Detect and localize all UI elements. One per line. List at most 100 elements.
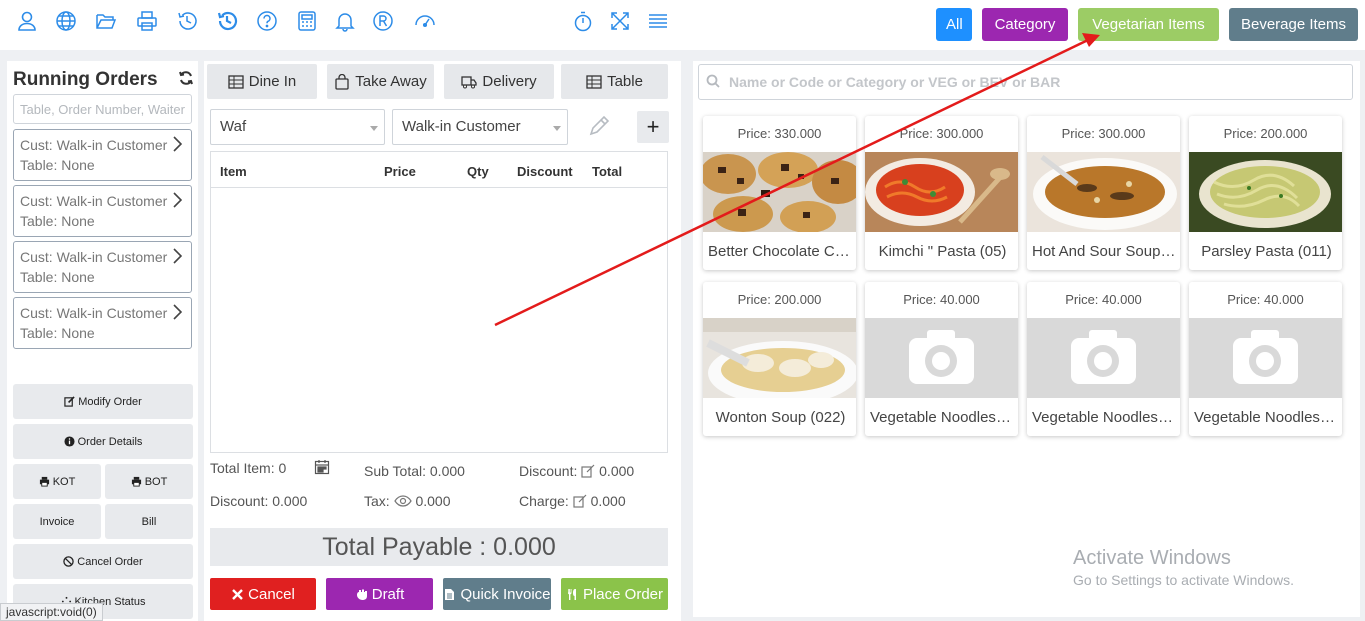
chevron-right-icon [173,192,182,208]
activation-watermark-subtitle: Go to Settings to activate Windows. [1073,572,1294,588]
customer-select[interactable]: Walk-in Customer [392,109,568,145]
print-icon [131,476,141,487]
header-divider [211,187,667,188]
pencil-icon[interactable] [587,114,611,138]
shopping-bag-icon [335,73,349,90]
total-payable: Total Payable : 0.000 [210,528,668,566]
discount-total: Discount: 0.000 [210,493,308,509]
item-price: Price: 330.000 [737,126,822,141]
dine-in-button[interactable]: Dine In [207,64,317,99]
place-order-button[interactable]: Place Order [561,578,668,610]
soup-image [1027,152,1180,232]
item-name: Wonton Soup (022) [715,409,846,426]
undo-history-icon[interactable] [216,10,238,32]
menu-item-card[interactable]: Price: 40.000 Vegetable Noodles (03) [1189,282,1342,436]
tax-summary: Tax: 0.000 [364,493,451,509]
camera-placeholder-image [865,318,1018,398]
edit-icon[interactable] [581,464,595,478]
waiter-select-value: Waf [220,118,247,135]
cancel-order-button[interactable]: Cancel Order [13,544,193,579]
quick-invoice-button[interactable]: Quick Invoice [443,578,551,610]
running-orders-panel: Running Orders Cust: Walk-in Customer Ta… [7,61,198,621]
bot-button[interactable]: BOT [105,464,193,499]
delivery-label: Delivery [482,73,537,90]
registered-icon[interactable] [372,10,394,32]
chevron-right-icon [173,304,182,320]
refresh-icon[interactable] [178,70,194,86]
draft-button[interactable]: Draft [326,578,433,610]
add-customer-button[interactable]: + [637,111,669,143]
close-icon [232,588,243,600]
menu-search-input[interactable] [698,64,1353,100]
item-name: Vegetable Noodles (01) [870,409,1015,426]
table-icon [228,74,244,89]
menu-item-card[interactable]: Price: 300.000 Hot And Sour Soup (01) [1027,116,1180,270]
edit-icon[interactable] [573,494,587,508]
bell-icon[interactable] [334,10,356,32]
modify-order-button[interactable]: Modify Order [13,384,193,419]
tax-value: 0.000 [415,493,451,509]
print-icon[interactable] [136,10,158,32]
file-icon [445,588,455,600]
running-orders-title: Running Orders [13,69,158,90]
chevron-down-icon [553,126,561,131]
info-icon [64,436,75,447]
charge-summary: Charge: 0.000 [519,493,626,509]
running-order-card[interactable]: Cust: Walk-in Customer Table: None [13,241,192,293]
take-away-button[interactable]: Take Away [327,64,434,99]
menu-item-card[interactable]: Price: 40.000 Vegetable Noodles (02) [1027,282,1180,436]
table-button[interactable]: Table [561,64,668,99]
bill-label: Bill [141,515,157,528]
running-orders-search-input[interactable] [13,94,192,124]
order-customer: Cust: Walk-in Customer [20,137,168,153]
cancel-button[interactable]: Cancel [210,578,316,610]
globe-icon[interactable] [55,10,77,32]
filter-all-button[interactable]: All [936,8,972,41]
bill-button[interactable]: Bill [105,504,193,539]
menu-item-card[interactable]: Price: 40.000 Vegetable Noodles (01) [865,282,1018,436]
running-order-card[interactable]: Cust: Walk-in Customer Table: None [13,129,192,181]
menu-item-card[interactable]: Price: 200.000 Parsley Pasta (011) [1189,116,1342,270]
menu-item-card[interactable]: Price: 330.000 Better Chocolate Chip Coo… [703,116,856,270]
folder-open-icon[interactable] [95,10,117,32]
item-name: Vegetable Noodles (02) [1032,409,1177,426]
menu-icon[interactable] [647,10,669,32]
filter-vegetarian-button[interactable]: Vegetarian Items [1078,8,1219,41]
eye-icon[interactable] [393,494,412,508]
running-order-card[interactable]: Cust: Walk-in Customer Table: None [13,185,192,237]
order-details-button[interactable]: Order Details [13,424,193,459]
filter-category-button[interactable]: Category [982,8,1068,41]
dashboard-icon[interactable] [414,10,436,32]
stopwatch-icon[interactable] [572,10,594,32]
dine-in-label: Dine In [248,73,297,90]
order-customer: Cust: Walk-in Customer [20,193,168,209]
filter-beverage-button[interactable]: Beverage Items [1229,8,1358,41]
table-label: Table [607,73,643,90]
customer-select-value: Walk-in Customer [402,118,521,135]
user-icon[interactable] [16,10,38,32]
kot-label: KOT [52,475,76,488]
total-item-count: Total Item: 0 [210,460,287,476]
running-order-card[interactable]: Cust: Walk-in Customer Table: None [13,297,192,349]
menu-item-card[interactable]: Price: 300.000 Kimchi " Pasta (05) [865,116,1018,270]
wonton-image [703,318,856,398]
menu-item-card[interactable]: Price: 200.000 Wonton Soup (022) [703,282,856,436]
charge-value: 0.000 [590,493,626,509]
help-icon[interactable] [256,10,278,32]
chevron-down-icon [370,126,378,131]
item-name: Vegetable Noodles (03) [1194,409,1339,426]
calculator-icon[interactable] [296,10,318,32]
order-customer: Cust: Walk-in Customer [20,305,168,321]
item-price: Price: 40.000 [1065,292,1142,307]
kot-button[interactable]: KOT [13,464,101,499]
calendar-icon[interactable] [314,459,330,475]
column-header-discount: Discount [517,164,573,179]
waiter-select[interactable]: Waf [210,109,385,145]
order-table: Table: None [20,269,95,285]
activation-watermark-title: Activate Windows [1073,547,1231,569]
invoice-button[interactable]: Invoice [13,504,101,539]
history-icon[interactable] [176,10,198,32]
delivery-button[interactable]: Delivery [444,64,554,99]
item-price: Price: 40.000 [1227,292,1304,307]
expand-icon[interactable] [609,10,631,32]
